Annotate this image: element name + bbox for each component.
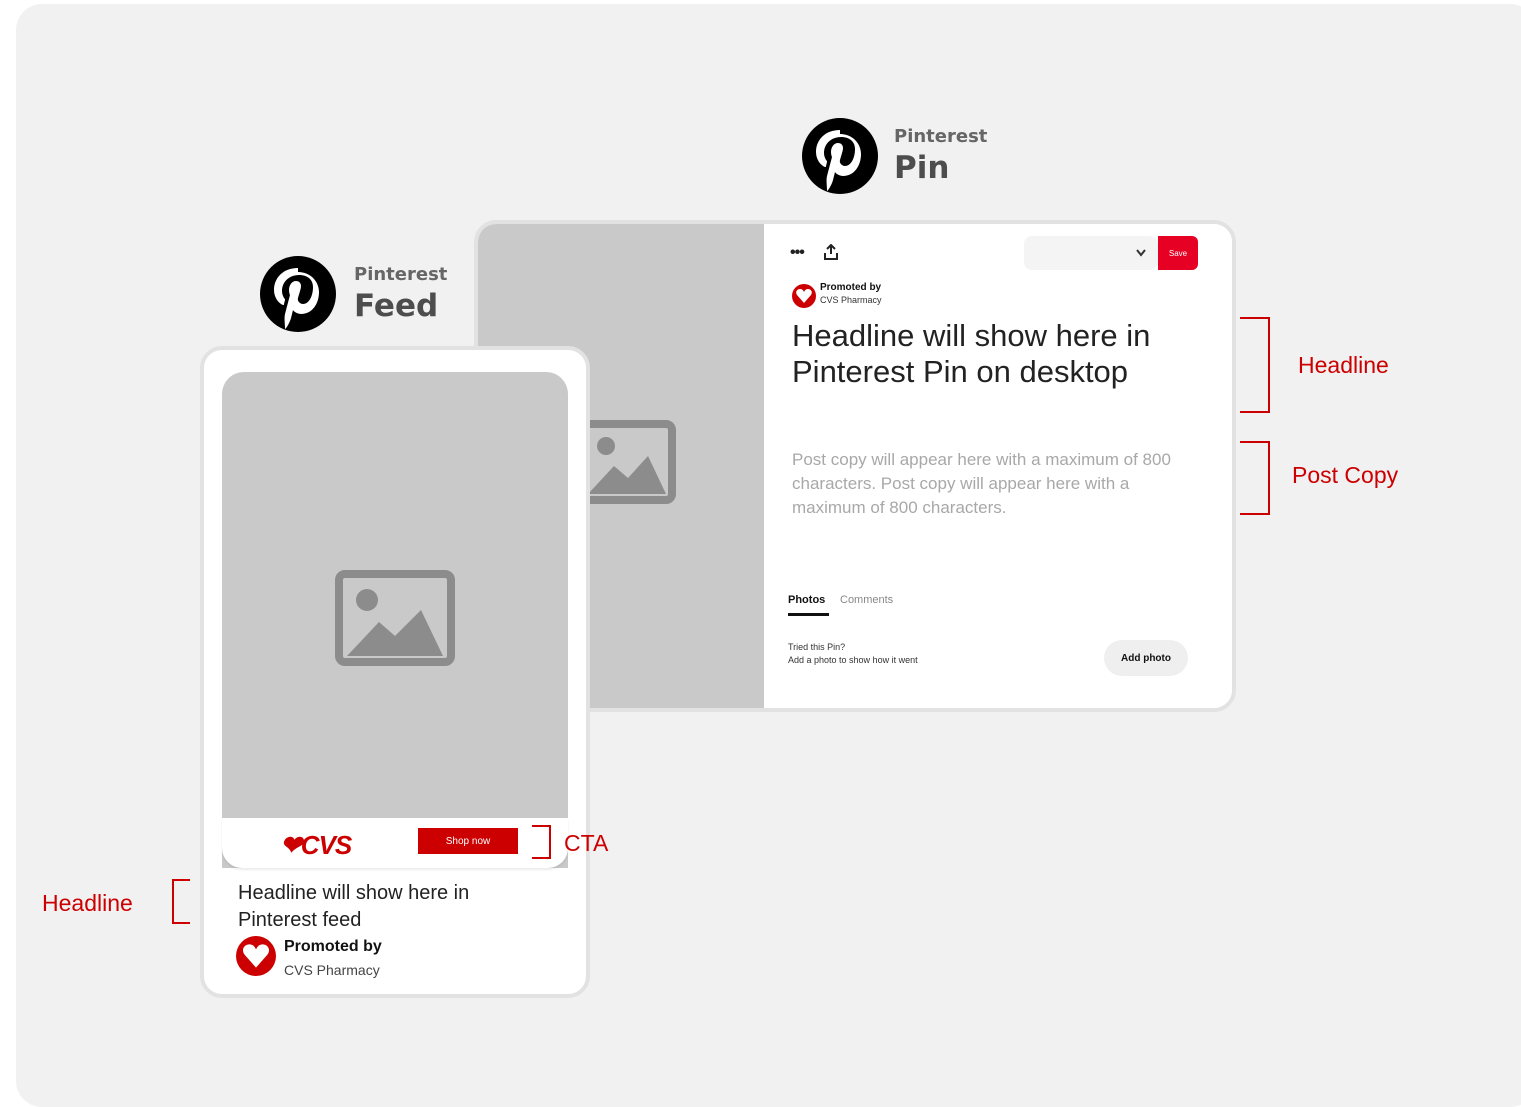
feed-header-small: Pinterest [354,264,448,285]
pin-headline-bracket [1240,317,1270,413]
annotation-pin-headline: Headline [1298,352,1389,378]
cvs-logo-text: CVS [300,830,352,860]
share-icon[interactable] [824,244,838,260]
tab-active-indicator [788,613,829,616]
pinterest-logo-icon [802,118,878,194]
pin-headline: Headline will show here in Pinterest Pin… [792,318,1151,389]
tab-photos[interactable]: Photos [788,594,825,606]
chevron-down-icon [1136,249,1146,257]
pinterest-logo-icon [260,256,336,332]
save-button[interactable]: Save [1158,236,1198,270]
promoted-by-label: Promoted by [820,282,882,293]
feed-image-placeholder [222,372,568,868]
feed-headline-bracket [172,879,190,924]
advertiser-name[interactable]: CVS Pharmacy [820,295,882,305]
pin-header-title: Pin [894,150,950,186]
shop-now-button[interactable]: Shop now [418,828,518,854]
feed-headline: Headline will show here in Pinterest fee… [238,882,470,931]
tried-pin-subtitle: Add a photo to show how it went [788,655,918,665]
pin-post-copy-bracket [1240,441,1270,515]
more-icon[interactable]: ••• [790,244,805,262]
feed-cta-bracket [532,825,551,859]
cta-bar: ❤CVS Shop now [222,818,568,868]
image-placeholder-icon [578,420,676,504]
tab-comments[interactable]: Comments [840,594,893,606]
cvs-heart-icon [236,936,276,976]
pin-detail-panel: ••• Save Promoted by CVS Pharmacy Headli… [764,224,1232,708]
annotation-feed-headline: Headline [42,890,133,916]
tried-pin-title: Tried this Pin? [788,642,846,652]
pin-header-small: Pinterest [894,126,988,147]
add-photo-button[interactable]: Add photo [1104,640,1188,676]
feed-header-title: Feed [354,288,439,324]
cvs-heart-icon [792,284,816,308]
annotation-pin-post-copy: Post Copy [1292,462,1399,488]
pin-post-copy: Post copy will appear here with a maximu… [792,450,1171,517]
cvs-logo: ❤CVS [280,830,352,861]
feed-advertiser-name[interactable]: CVS Pharmacy [284,962,380,978]
board-select[interactable] [1024,236,1158,270]
cvs-heart-icon: ❤ [280,830,302,860]
feed-promoted-by-label: Promoted by [284,938,382,955]
annotation-feed-cta: CTA [564,830,609,856]
feed-card: ❤CVS Shop now Headline will show here in… [200,346,590,998]
image-placeholder-icon [335,570,455,666]
